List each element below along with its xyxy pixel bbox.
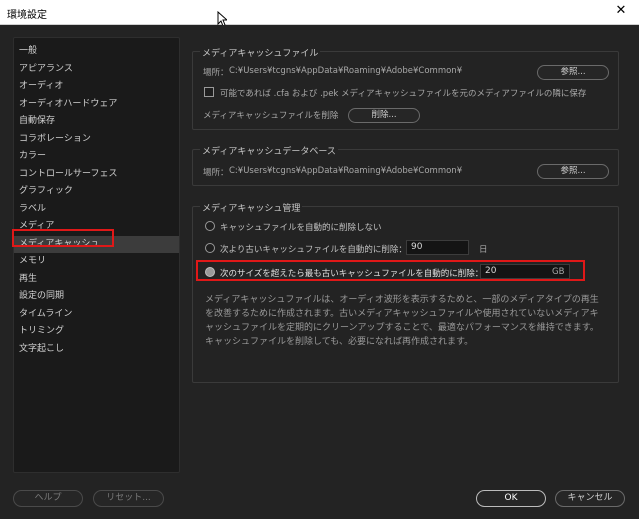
cancel-button[interactable]: キャンセル	[555, 490, 625, 507]
cache-db-location-path: C:¥Users¥tcgns¥AppData¥Roaming¥Adobe¥Com…	[229, 166, 463, 176]
help-button[interactable]: ヘルプ	[13, 490, 83, 507]
delete-cache-files-button[interactable]: 削除...	[348, 108, 420, 123]
save-next-to-media-label: 可能であれば .cfa および .pek メディアキャッシュファイルを元のメディ…	[220, 89, 587, 99]
close-icon[interactable]: ✕	[613, 3, 629, 19]
sidebar-item-collaboration[interactable]: コラボレーション	[14, 131, 179, 148]
cache-db-browse-button[interactable]: 参照...	[537, 164, 609, 179]
sidebar-item-transcription[interactable]: 文字起こし	[14, 341, 179, 358]
cache-management-description: メディアキャッシュファイルは、オーディオ波形を表示するためと、一部のメディアタイ…	[205, 295, 599, 347]
preferences-window: 一般 アピアランス オーディオ オーディオハードウェア 自動保存 コラボレーショ…	[0, 25, 639, 519]
sidebar-item-control-surface[interactable]: コントロールサーフェス	[14, 166, 179, 183]
ok-button[interactable]: OK	[476, 490, 546, 507]
sidebar-item-graphics[interactable]: グラフィック	[14, 183, 179, 200]
window-title: 環境設定	[7, 10, 47, 21]
older-days-unit: 日	[479, 245, 488, 255]
delete-older-label: 次より古いキャッシュファイルを自動的に削除：	[220, 245, 407, 255]
sidebar-item-playback[interactable]: 再生	[14, 271, 179, 288]
preferences-sidebar: 一般 アピアランス オーディオ オーディオハードウェア 自動保存 コラボレーショ…	[13, 37, 180, 473]
media-cache-files-title: メディアキャッシュファイル	[200, 46, 321, 59]
radio-delete-older[interactable]	[205, 243, 215, 253]
media-cache-management-panel: メディアキャッシュ管理 キャッシュファイルを自動的に削除しない 次より古いキャッ…	[192, 201, 619, 383]
reset-button[interactable]: リセット...	[93, 490, 164, 507]
cache-files-browse-button[interactable]: 参照...	[537, 65, 609, 80]
media-cache-database-title: メディアキャッシュデータベース	[200, 144, 338, 157]
sidebar-item-timeline[interactable]: タイムライン	[14, 306, 179, 323]
sidebar-item-labels[interactable]: ラベル	[14, 201, 179, 218]
sidebar-item-audio-hardware[interactable]: オーディオハードウェア	[14, 96, 179, 113]
cache-files-location-label: 場所：	[203, 68, 229, 78]
delete-cache-files-label: メディアキャッシュファイルを削除	[203, 111, 339, 121]
radio-never-delete[interactable]	[205, 221, 215, 231]
highlight-box-size-option	[196, 260, 585, 281]
older-days-input[interactable]: 90	[406, 240, 469, 255]
media-cache-database-panel: メディアキャッシュデータベース 場所： C:¥Users¥tcgns¥AppDa…	[192, 144, 619, 186]
sidebar-item-color[interactable]: カラー	[14, 148, 179, 165]
cache-files-location-path: C:¥Users¥tcgns¥AppData¥Roaming¥Adobe¥Com…	[229, 66, 463, 76]
cache-db-location-label: 場所：	[203, 168, 229, 178]
save-next-to-media-checkbox[interactable]	[204, 87, 214, 97]
sidebar-item-appearance[interactable]: アピアランス	[14, 61, 179, 78]
media-cache-management-title: メディアキャッシュ管理	[200, 201, 303, 214]
sidebar-item-audio[interactable]: オーディオ	[14, 78, 179, 95]
media-cache-files-panel: メディアキャッシュファイル 場所： C:¥Users¥tcgns¥AppData…	[192, 46, 619, 130]
sidebar-item-auto-save[interactable]: 自動保存	[14, 113, 179, 130]
sidebar-item-memory[interactable]: メモリ	[14, 253, 179, 270]
sidebar-item-general[interactable]: 一般	[14, 43, 179, 60]
never-delete-label: キャッシュファイルを自動的に削除しない	[220, 223, 382, 233]
sidebar-item-sync-settings[interactable]: 設定の同期	[14, 288, 179, 305]
sidebar-item-trimming[interactable]: トリミング	[14, 323, 179, 340]
highlight-box-sidebar	[12, 229, 114, 247]
title-bar: 環境設定 ✕	[0, 0, 639, 25]
